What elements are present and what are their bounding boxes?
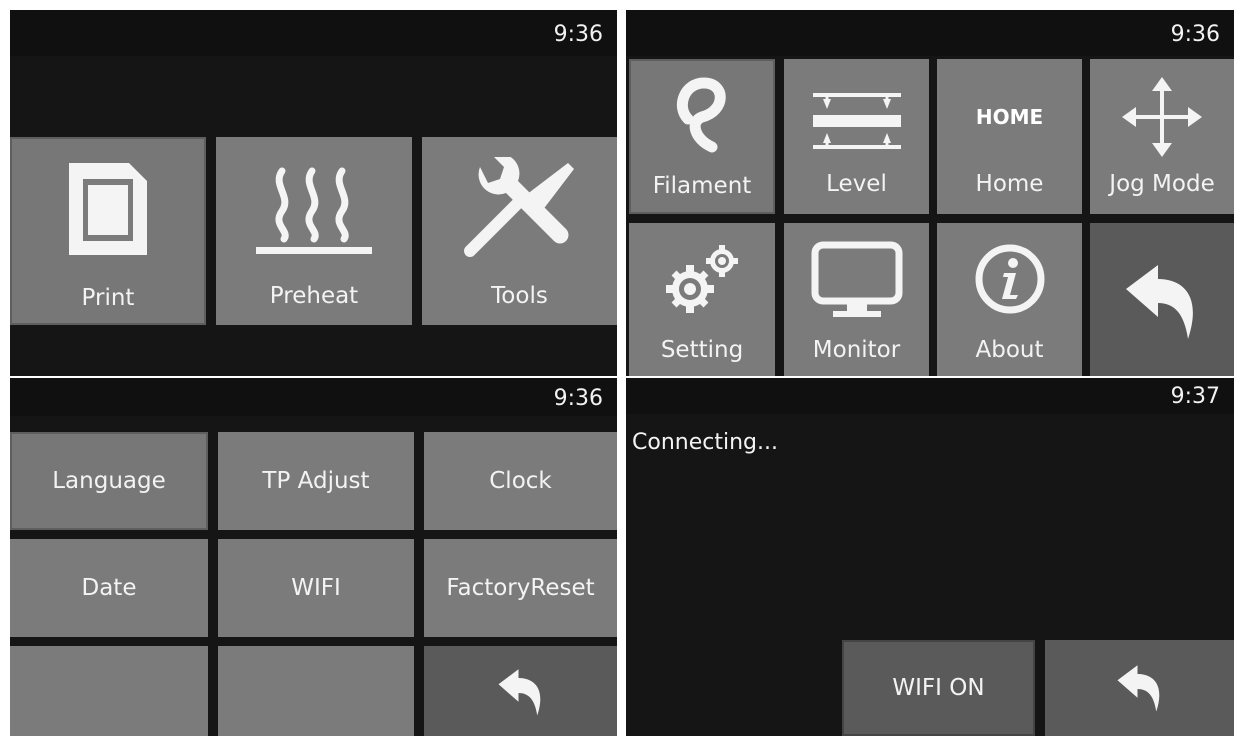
tools-menu-screen: 9:36 Filament Level HOME Home Jog Mode S… xyxy=(626,10,1234,376)
language-label: Language xyxy=(52,468,166,494)
home-button[interactable]: HOME Home xyxy=(937,59,1082,214)
gears-icon xyxy=(666,245,738,313)
tp-adjust-label: TP Adjust xyxy=(262,468,370,494)
wifi-on-button[interactable]: WIFI ON xyxy=(842,640,1035,736)
status-bar: 9:36 xyxy=(626,10,1234,56)
wifi-on-label: WIFI ON xyxy=(892,675,985,701)
monitor-icon xyxy=(811,241,902,317)
back-arrow-icon xyxy=(1117,665,1159,712)
preheat-button[interactable]: Preheat xyxy=(216,137,412,325)
clock-display: 9:37 xyxy=(1170,384,1220,409)
status-bar: 9:36 xyxy=(10,378,617,416)
filament-icon xyxy=(677,77,726,153)
filament-button[interactable]: Filament xyxy=(629,59,775,214)
level-label: Level xyxy=(826,171,887,197)
clock-display: 9:36 xyxy=(1170,22,1220,47)
clock-button[interactable]: Clock xyxy=(424,432,617,530)
sd-card-icon xyxy=(69,163,147,255)
wrench-screwdriver-icon xyxy=(463,157,574,257)
print-label: Print xyxy=(81,285,135,311)
tp-adjust-button[interactable]: TP Adjust xyxy=(218,432,414,530)
setting-label: Setting xyxy=(660,337,744,363)
back-button[interactable] xyxy=(424,646,617,736)
connection-status: Connecting... xyxy=(632,430,778,455)
empty-tile xyxy=(218,646,414,736)
setting-menu-screen: 9:36 Language TP Adjust Clock Date WIFI … xyxy=(10,378,617,736)
tools-label: Tools xyxy=(491,283,548,309)
setting-button[interactable]: Setting xyxy=(629,223,775,376)
date-button[interactable]: Date xyxy=(10,539,208,637)
preheat-label: Preheat xyxy=(269,283,359,309)
jog-mode-label: Jog Mode xyxy=(1109,171,1215,197)
back-arrow-icon xyxy=(498,669,540,716)
move-arrows-icon xyxy=(1122,77,1202,157)
print-button[interactable]: Print xyxy=(10,137,206,325)
wifi-button[interactable]: WIFI xyxy=(218,539,414,637)
back-arrow-icon xyxy=(1126,265,1193,339)
factory-reset-button[interactable]: FactoryReset xyxy=(424,539,617,637)
about-button[interactable]: About xyxy=(937,223,1082,376)
language-button[interactable]: Language xyxy=(10,432,208,530)
status-bar: 9:36 xyxy=(10,10,617,56)
back-button[interactable] xyxy=(1045,640,1234,736)
level-arrows-icon xyxy=(812,93,901,149)
heat-waves-icon xyxy=(256,167,372,254)
wifi-screen: 9:37 Connecting... WIFI ON xyxy=(626,378,1234,736)
clock-display: 9:36 xyxy=(553,22,603,47)
tools-button[interactable]: Tools xyxy=(422,137,617,325)
wifi-label: WIFI xyxy=(291,575,341,601)
status-bar: 9:37 xyxy=(626,378,1234,414)
date-label: Date xyxy=(81,575,137,601)
filament-label: Filament xyxy=(652,173,752,199)
level-button[interactable]: Level xyxy=(784,59,929,214)
clock-display: 9:36 xyxy=(553,386,603,411)
home-label: Home xyxy=(975,171,1044,197)
jog-mode-button[interactable]: Jog Mode xyxy=(1090,59,1234,214)
empty-tile xyxy=(10,646,208,736)
main-menu-screen: 9:36 Print Preheat Tools xyxy=(10,10,617,376)
back-button[interactable] xyxy=(1090,223,1234,376)
info-icon xyxy=(975,244,1044,314)
monitor-label: Monitor xyxy=(812,337,901,363)
factory-reset-label: FactoryReset xyxy=(446,575,595,601)
home-text-icon: HOME xyxy=(975,105,1044,129)
about-label: About xyxy=(975,337,1044,363)
monitor-button[interactable]: Monitor xyxy=(784,223,929,376)
clock-label: Clock xyxy=(489,468,552,494)
